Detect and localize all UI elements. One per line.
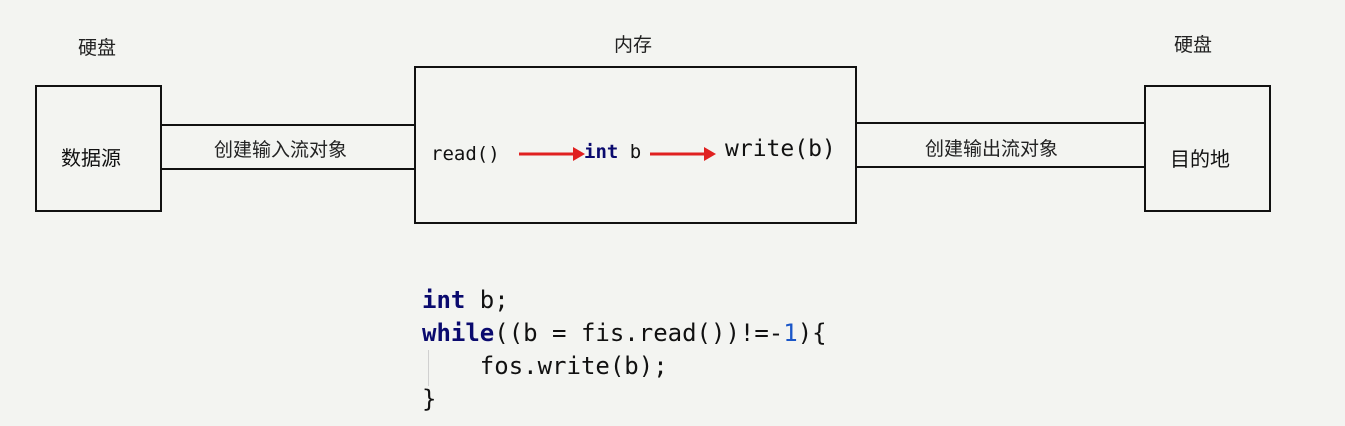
code-line-2-end: ){	[797, 319, 827, 347]
output-pipe-top	[854, 122, 1146, 124]
code-snippet: int b; while((b = fis.read())!=-1){ fos.w…	[422, 284, 827, 416]
disk-right-label: 硬盘	[1174, 34, 1213, 56]
source-box-label: 数据源	[61, 146, 121, 170]
code-line-1: int b;	[422, 284, 827, 317]
input-pipe-bottom	[160, 168, 416, 170]
code-line-4: }	[422, 385, 437, 413]
int-to-write-arrow	[650, 147, 716, 161]
b-variable: b	[618, 141, 642, 163]
disk-left-label: 硬盘	[78, 37, 117, 59]
code-int-keyword: int	[422, 286, 466, 314]
source-box: 数据源	[35, 85, 162, 212]
code-line-3: fos.write(b);	[422, 352, 668, 380]
write-call: write(b)	[725, 136, 836, 162]
code-while-keyword: while	[422, 319, 495, 347]
int-b-variable: int b	[584, 141, 641, 163]
code-number-literal: 1	[783, 319, 798, 347]
code-line-2: while((b = fis.read())!=-1){	[422, 317, 827, 350]
code-line-2-rest: ((b = fis.read())!=-	[494, 319, 784, 347]
memory-label: 内存	[614, 34, 653, 56]
int-keyword: int	[584, 141, 619, 163]
read-call: read()	[431, 143, 500, 165]
dest-box: 目的地	[1144, 85, 1271, 212]
code-line-1-rest: b;	[465, 286, 509, 314]
input-pipe-top	[160, 124, 416, 126]
read-to-int-arrow	[519, 147, 585, 161]
output-pipe-bottom	[854, 166, 1146, 168]
input-stream-label: 创建输入流对象	[214, 139, 348, 161]
memory-box: read() int b write(b)	[414, 66, 857, 224]
dest-box-label: 目的地	[1170, 147, 1230, 171]
output-stream-label: 创建输出流对象	[925, 138, 1059, 160]
